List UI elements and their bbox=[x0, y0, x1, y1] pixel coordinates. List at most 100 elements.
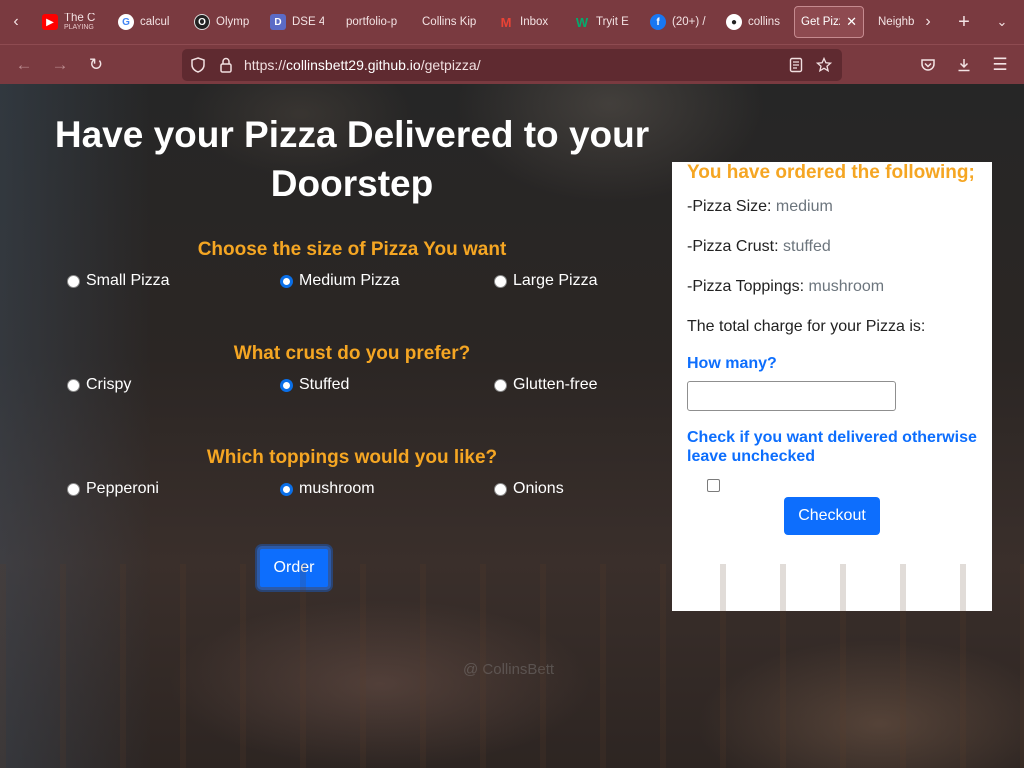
tab-label: The C bbox=[64, 12, 96, 24]
footer-credit: @ CollinsBett bbox=[463, 661, 555, 678]
lock-icon[interactable] bbox=[216, 55, 236, 75]
summary-crust-line: -Pizza Crust: stuffed bbox=[687, 238, 831, 256]
url-host: collinsbett29.github.io bbox=[286, 57, 421, 73]
tab-collins-kip[interactable]: Collins Kip bbox=[422, 6, 480, 38]
summary-toppings-label: -Pizza Toppings: bbox=[687, 278, 809, 295]
onions-radio[interactable] bbox=[494, 482, 507, 496]
topping-option-mushroom[interactable]: mushroom bbox=[280, 480, 375, 498]
small-pizza-radio[interactable] bbox=[67, 274, 80, 288]
checkout-button[interactable]: Checkout bbox=[784, 497, 880, 535]
tab-label: Tryit E bbox=[596, 16, 629, 28]
page-title: Have your Pizza Delivered to your Doorst… bbox=[54, 114, 650, 204]
tab-label: Inbox bbox=[520, 16, 549, 28]
new-tab-icon[interactable]: + bbox=[952, 8, 976, 36]
summary-size-label: -Pizza Size: bbox=[687, 198, 776, 215]
app-menu-icon[interactable]: ☰ bbox=[988, 53, 1012, 77]
address-bar[interactable]: https://collinsbett29.github.io/getpizza… bbox=[182, 49, 842, 81]
reader-view-icon[interactable] bbox=[786, 55, 806, 75]
delivery-label: Check if you want delivered otherwise le… bbox=[687, 429, 977, 465]
option-label: mushroom bbox=[299, 480, 375, 497]
gluten-free-radio[interactable] bbox=[494, 378, 507, 392]
tab-inbox[interactable]: M Inbox bbox=[498, 6, 554, 38]
topping-option-pepperoni[interactable]: Pepperoni bbox=[67, 480, 159, 498]
tab-github[interactable]: ● collins bbox=[726, 6, 782, 38]
reload-icon[interactable]: ↻ bbox=[84, 53, 108, 77]
crust-question: What crust do you prefer? bbox=[233, 343, 471, 364]
page-background: Have your Pizza Delivered to your Doorst… bbox=[0, 84, 1024, 768]
tab-label: Collins Kip bbox=[422, 16, 477, 28]
tab-label: DSE 4 bbox=[292, 16, 324, 28]
url-text: https://collinsbett29.github.io/getpizza… bbox=[244, 57, 481, 73]
summary-crust-value: stuffed bbox=[783, 238, 831, 255]
list-tabs-chevron-down-icon[interactable]: ⌄ bbox=[990, 8, 1014, 36]
forward-arrow-icon[interactable]: → bbox=[48, 53, 72, 77]
bookmark-star-icon[interactable] bbox=[814, 55, 834, 75]
summary-size-value: medium bbox=[775, 198, 833, 215]
browser-nav-bar: ← → ↻ https://collinsbett29.github.io/ge… bbox=[0, 44, 1024, 84]
mushroom-radio[interactable] bbox=[280, 482, 293, 496]
dse-icon: D bbox=[270, 14, 286, 30]
crust-option-gluten-free[interactable]: Glutten-free bbox=[494, 376, 597, 394]
tab-scroll-right-icon[interactable]: › bbox=[916, 8, 940, 36]
option-label: Crispy bbox=[86, 376, 132, 393]
tab-scroll-left-icon[interactable]: ‹ bbox=[4, 8, 28, 36]
url-prefix: https:// bbox=[244, 57, 287, 73]
option-label: Glutten-free bbox=[513, 376, 598, 393]
option-label: Small Pizza bbox=[86, 272, 170, 289]
tab-label: Get Pizz bbox=[801, 16, 840, 28]
downloads-icon[interactable] bbox=[952, 53, 976, 77]
summary-total-label: The total charge for your Pizza is: bbox=[687, 318, 926, 335]
github-icon: ● bbox=[726, 14, 742, 30]
tab-label: (20+) / bbox=[672, 16, 706, 28]
large-pizza-radio[interactable] bbox=[494, 274, 507, 288]
option-label: Stuffed bbox=[299, 376, 350, 393]
delivery-checkbox[interactable] bbox=[707, 479, 720, 492]
crispy-radio[interactable] bbox=[67, 378, 80, 392]
toppings-question: Which toppings would you like? bbox=[206, 447, 498, 468]
browser-tab-bar: ‹ ▶ The C PLAYING G calcul O Olymp D DSE … bbox=[0, 0, 1024, 44]
size-option-medium[interactable]: Medium Pizza bbox=[280, 272, 399, 290]
tab-facebook[interactable]: f (20+) / bbox=[650, 6, 708, 38]
order-button[interactable]: Order bbox=[257, 546, 331, 590]
summary-heading: You have ordered the following; bbox=[687, 162, 975, 183]
gmail-icon: M bbox=[500, 14, 512, 30]
summary-toppings-line: -Pizza Toppings: mushroom bbox=[687, 278, 884, 296]
tab-playing-label: PLAYING bbox=[64, 23, 94, 31]
google-icon: G bbox=[118, 14, 134, 30]
medium-pizza-radio[interactable] bbox=[280, 274, 293, 288]
pocket-icon[interactable] bbox=[916, 53, 940, 77]
back-arrow-icon[interactable]: ← bbox=[12, 53, 36, 77]
w3schools-icon: W bbox=[575, 14, 589, 30]
size-option-large[interactable]: Large Pizza bbox=[494, 272, 598, 290]
quantity-input[interactable] bbox=[687, 381, 896, 411]
option-label: Onions bbox=[513, 480, 564, 497]
tab-dse[interactable]: D DSE 4 bbox=[270, 6, 324, 38]
option-label: Large Pizza bbox=[513, 272, 598, 289]
topping-option-onions[interactable]: Onions bbox=[494, 480, 564, 498]
tab-olympus[interactable]: O Olymp bbox=[194, 6, 250, 38]
tab-get-pizza[interactable]: Get Pizz ✕ bbox=[794, 6, 864, 38]
olympus-icon: O bbox=[194, 14, 210, 30]
crust-option-crispy[interactable]: Crispy bbox=[67, 376, 131, 394]
crust-option-stuffed[interactable]: Stuffed bbox=[280, 376, 349, 394]
tab-label: calcul bbox=[140, 16, 170, 28]
tab-label: collins bbox=[748, 16, 780, 28]
summary-size-line: -Pizza Size: medium bbox=[687, 198, 833, 216]
pepperoni-radio[interactable] bbox=[67, 482, 80, 496]
size-option-small[interactable]: Small Pizza bbox=[67, 272, 170, 290]
shield-icon[interactable] bbox=[188, 55, 208, 75]
tab-neighbour[interactable]: Neighb bbox=[878, 6, 916, 38]
summary-toppings-value: mushroom bbox=[808, 278, 885, 295]
option-label: Medium Pizza bbox=[299, 272, 400, 289]
summary-crust-label: -Pizza Crust: bbox=[687, 238, 784, 255]
facebook-icon: f bbox=[650, 14, 666, 30]
tab-calculator[interactable]: G calcul bbox=[118, 6, 172, 38]
order-summary-panel: You have ordered the following; -Pizza S… bbox=[672, 162, 992, 611]
tab-portfolio[interactable]: portfolio-p bbox=[346, 6, 404, 38]
tab-youtube[interactable]: ▶ The C PLAYING bbox=[42, 6, 98, 38]
close-tab-icon[interactable]: ✕ bbox=[846, 14, 857, 30]
stuffed-radio[interactable] bbox=[280, 378, 293, 392]
youtube-icon: ▶ bbox=[42, 14, 58, 30]
tab-tryit[interactable]: W Tryit E bbox=[574, 6, 630, 38]
tab-label: Neighb bbox=[878, 16, 915, 28]
